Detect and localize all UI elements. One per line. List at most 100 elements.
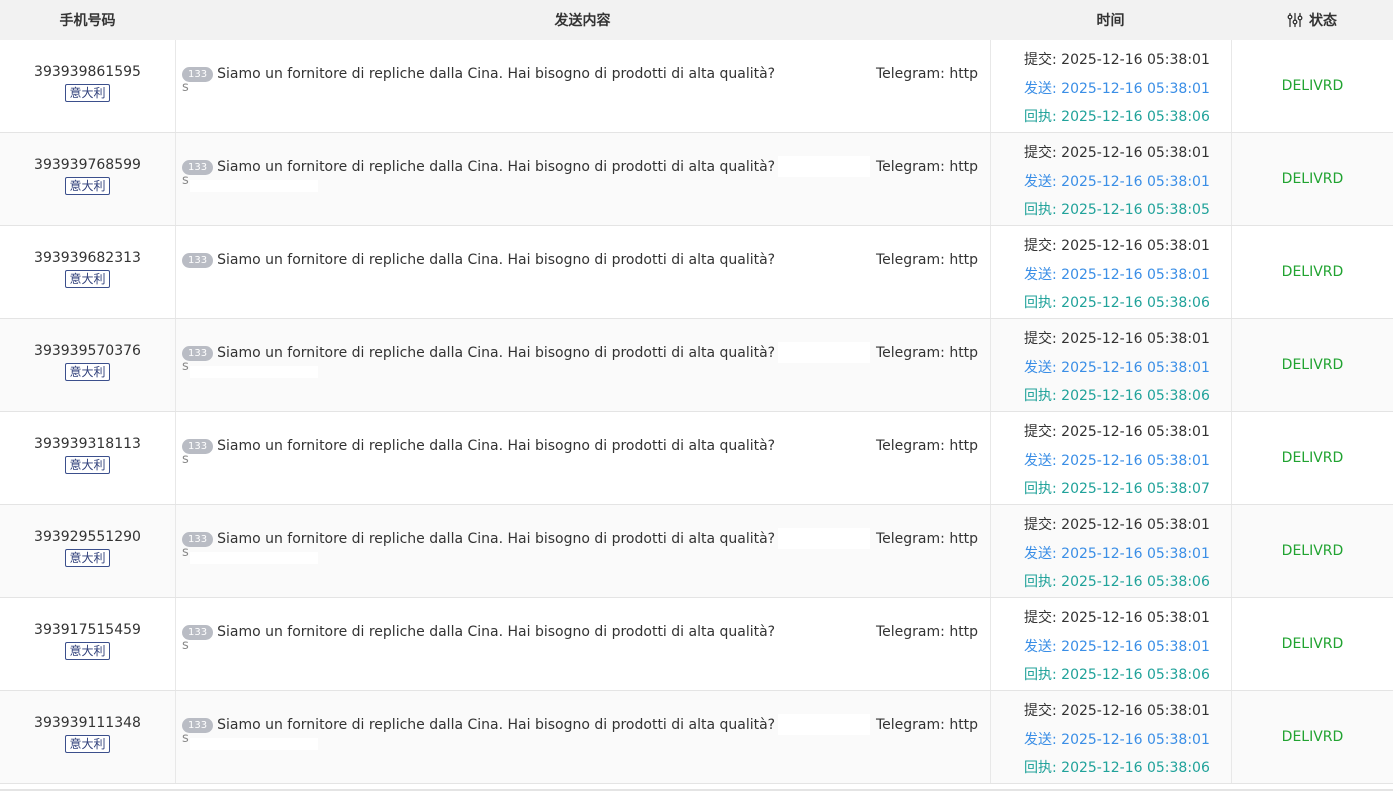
status-badge: DELIVRD	[1281, 78, 1344, 94]
receipt-value: 2025-12-16 05:38:06	[1061, 295, 1210, 311]
submit-time: 提交: 2025-12-16 05:38:01	[1024, 418, 1231, 447]
table-row[interactable]: 393939861595 意大利 133 Siamo un fornitore d…	[0, 40, 1393, 133]
redaction-mask	[778, 249, 870, 270]
country-tag: 意大利	[65, 642, 110, 660]
time-cell: 提交: 2025-12-16 05:38:01 发送: 2025-12-16 0…	[990, 598, 1231, 690]
country-tag: 意大利	[65, 735, 110, 753]
receipt-value: 2025-12-16 05:38:06	[1061, 109, 1210, 125]
table-row[interactable]: 393939682313 意大利 133 Siamo un fornitore d…	[0, 226, 1393, 319]
header-phone-label: 手机号码	[59, 13, 116, 29]
receipt-time: 回执: 2025-12-16 05:38:06	[1024, 661, 1231, 690]
submit-time: 提交: 2025-12-16 05:38:01	[1024, 604, 1231, 633]
redaction-mask	[778, 435, 870, 456]
redaction-mask	[190, 273, 318, 285]
content-cell: 133 Siamo un fornitore di repliche dalla …	[175, 133, 990, 225]
phone-number: 393917515459	[34, 622, 141, 638]
char-count-badge: 133	[182, 253, 214, 268]
receipt-time: 回执: 2025-12-16 05:38:05	[1024, 196, 1231, 225]
status-cell: DELIVRD	[1231, 226, 1393, 318]
table-body: 393939861595 意大利 133 Siamo un fornitore d…	[0, 40, 1393, 784]
submit-value: 2025-12-16 05:38:01	[1061, 424, 1210, 440]
receipt-label: 回执:	[1024, 295, 1057, 311]
message-tail: Telegram: http	[876, 531, 979, 547]
message-line: 133 Siamo un fornitore di repliche dalla …	[182, 63, 979, 86]
table-row[interactable]: 393939768599 意大利 133 Siamo un fornitore d…	[0, 133, 1393, 226]
sent-value: 2025-12-16 05:38:01	[1061, 80, 1210, 97]
receipt-label: 回执:	[1024, 667, 1057, 683]
submit-value: 2025-12-16 05:38:01	[1061, 703, 1210, 719]
sent-label: 发送:	[1024, 173, 1057, 190]
sent-time: 发送: 2025-12-16 05:38:01	[1024, 447, 1231, 476]
receipt-label: 回执:	[1024, 574, 1057, 590]
country-tag: 意大利	[65, 549, 110, 567]
header-time: 时间	[990, 0, 1231, 40]
message-line2-prefix: s	[182, 638, 189, 653]
message-line2-prefix: s	[182, 80, 189, 95]
status-cell: DELIVRD	[1231, 505, 1393, 597]
submit-label: 提交:	[1024, 703, 1057, 719]
phone-number: 393939682313	[34, 250, 141, 266]
message-tail: Telegram: http	[876, 159, 979, 175]
time-cell: 提交: 2025-12-16 05:38:01 发送: 2025-12-16 0…	[990, 226, 1231, 318]
submit-label: 提交:	[1024, 517, 1057, 533]
submit-label: 提交:	[1024, 610, 1057, 626]
receipt-value: 2025-12-16 05:38:06	[1061, 760, 1210, 776]
country-tag: 意大利	[65, 456, 110, 474]
phone-number: 393939318113	[34, 436, 141, 452]
submit-value: 2025-12-16 05:38:01	[1061, 52, 1210, 68]
message-line-2: s	[182, 731, 976, 752]
sent-time: 发送: 2025-12-16 05:38:01	[1024, 168, 1231, 197]
filter-sliders-icon[interactable]	[1287, 12, 1303, 28]
table-row[interactable]: 393939111348 意大利 133 Siamo un fornitore d…	[0, 691, 1393, 784]
phone-cell: 393917515459 意大利	[0, 598, 175, 690]
redaction-mask	[778, 342, 870, 363]
message-text: Siamo un fornitore di repliche dalla Cin…	[217, 159, 823, 175]
table-row[interactable]: 393929551290 意大利 133 Siamo un fornitore d…	[0, 505, 1393, 598]
status-cell: DELIVRD	[1231, 598, 1393, 690]
submit-time: 提交: 2025-12-16 05:38:01	[1024, 139, 1231, 168]
receipt-value: 2025-12-16 05:38:05	[1061, 202, 1210, 218]
message-line2-prefix: s	[182, 359, 189, 374]
phone-number: 393939111348	[34, 715, 141, 731]
message-line2-prefix: s	[182, 173, 189, 188]
message-text: Siamo un fornitore di repliche dalla Cin…	[217, 438, 815, 454]
header-content-label: 发送内容	[554, 13, 611, 29]
time-cell: 提交: 2025-12-16 05:38:01 发送: 2025-12-16 0…	[990, 133, 1231, 225]
submit-value: 2025-12-16 05:38:01	[1061, 238, 1210, 254]
phone-number: 393939768599	[34, 157, 141, 173]
status-cell: DELIVRD	[1231, 40, 1393, 132]
sent-label: 发送:	[1024, 545, 1057, 562]
sent-time: 发送: 2025-12-16 05:38:01	[1024, 261, 1231, 290]
content-cell: 133 Siamo un fornitore di repliche dalla …	[175, 691, 990, 783]
table-row[interactable]: 393939570376 意大利 133 Siamo un fornitore d…	[0, 319, 1393, 412]
sent-value: 2025-12-16 05:38:01	[1061, 452, 1210, 469]
receipt-value: 2025-12-16 05:38:06	[1061, 388, 1210, 404]
phone-number: 393939570376	[34, 343, 141, 359]
receipt-time: 回执: 2025-12-16 05:38:06	[1024, 382, 1231, 411]
submit-label: 提交:	[1024, 145, 1057, 161]
message-line: 133 Siamo un fornitore di repliche dalla …	[182, 714, 978, 737]
status-cell: DELIVRD	[1231, 412, 1393, 504]
header-status-label: 状态	[1309, 13, 1337, 29]
message-tail: Telegram: http	[876, 66, 979, 82]
submit-label: 提交:	[1024, 238, 1057, 254]
receipt-time: 回执: 2025-12-16 05:38:06	[1024, 103, 1231, 132]
receipt-value: 2025-12-16 05:38:07	[1061, 481, 1210, 497]
table-row[interactable]: 393939318113 意大利 133 Siamo un fornitore d…	[0, 412, 1393, 505]
sent-value: 2025-12-16 05:38:01	[1061, 266, 1210, 283]
table-row[interactable]: 393917515459 意大利 133 Siamo un fornitore d…	[0, 598, 1393, 691]
redaction-mask	[190, 645, 318, 657]
message-line: 133 Siamo un fornitore di repliche dalla …	[182, 621, 978, 644]
receipt-label: 回执:	[1024, 481, 1057, 497]
submit-value: 2025-12-16 05:38:01	[1061, 331, 1210, 347]
message-line-2	[182, 273, 976, 287]
time-cell: 提交: 2025-12-16 05:38:01 发送: 2025-12-16 0…	[990, 412, 1231, 504]
sms-records-table: 手机号码 发送内容 时间 状态 393939861595 意大利 133 Sia…	[0, 0, 1393, 791]
submit-label: 提交:	[1024, 52, 1057, 68]
message-tail: Telegram: http	[876, 438, 979, 454]
receipt-value: 2025-12-16 05:38:06	[1061, 667, 1210, 683]
status-badge: DELIVRD	[1281, 543, 1344, 559]
message-tail: Telegram: http	[876, 252, 979, 268]
status-cell: DELIVRD	[1231, 133, 1393, 225]
sent-label: 发送:	[1024, 266, 1057, 283]
